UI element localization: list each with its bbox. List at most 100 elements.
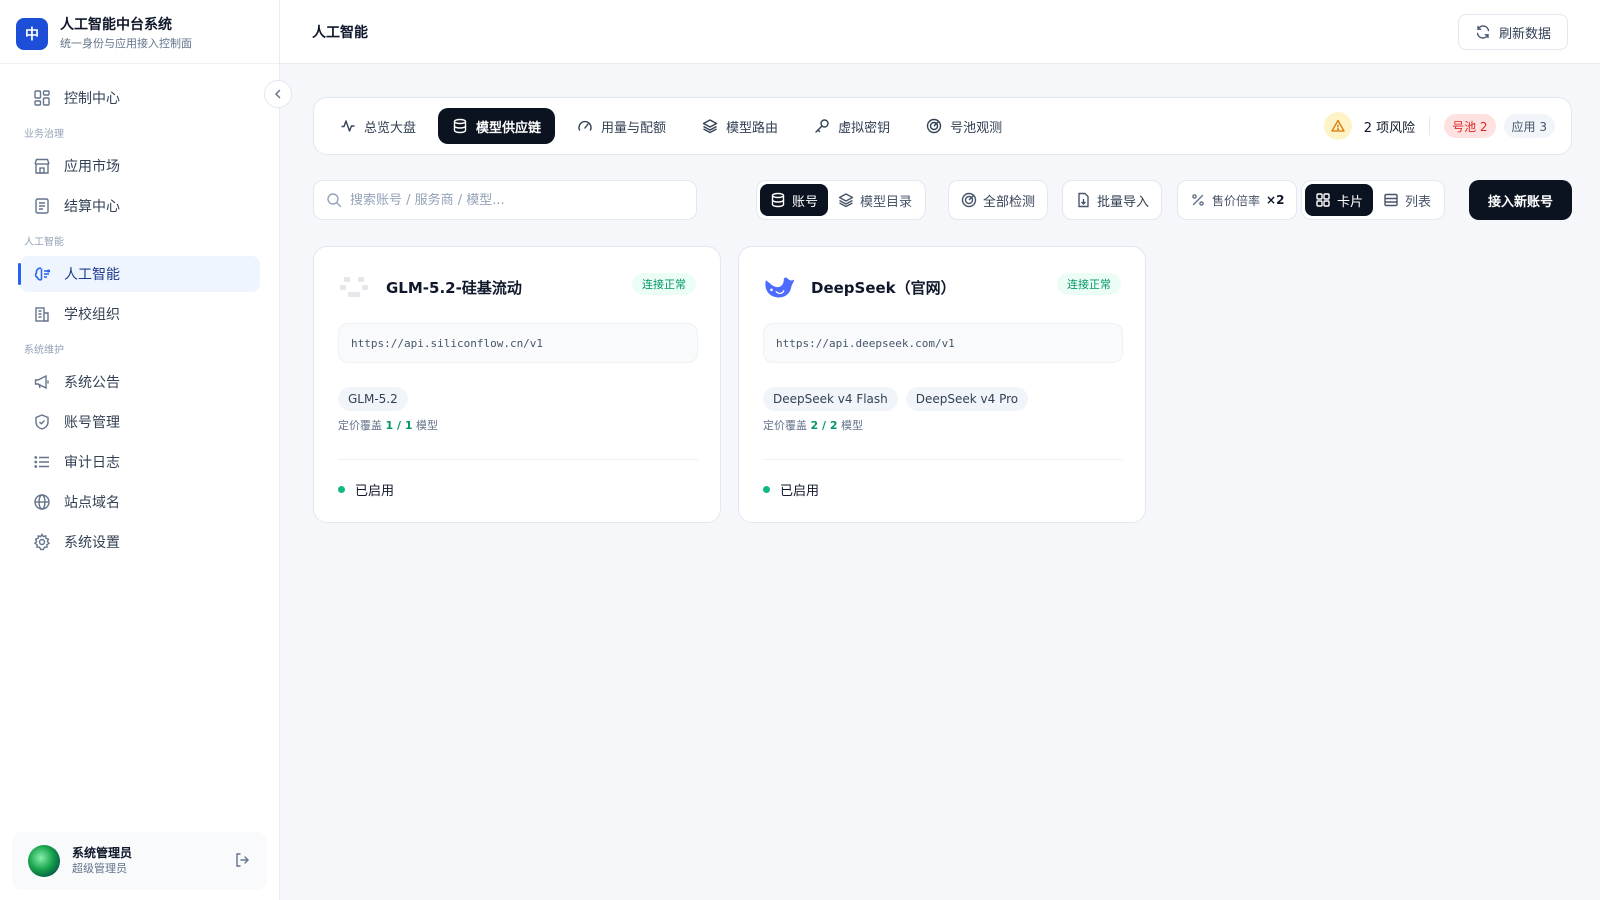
nav-group-business: 业务治理 (24, 129, 64, 140)
coverage-value: 2 / 2 (810, 419, 838, 432)
account-card[interactable]: GLM-5.2-硅基流动 连接正常 https://api.siliconflo… (313, 246, 721, 523)
markup-value: ×2 (1266, 193, 1285, 207)
sidebar-item-accounts[interactable]: 账号管理 (20, 404, 260, 440)
tab-model-routing[interactable]: 模型路由 (688, 108, 792, 144)
sidebar-item-settings[interactable]: 系统设置 (20, 524, 260, 560)
sidebar-item-ai[interactable]: 人工智能 (18, 256, 260, 292)
sidebar-nav: 控制中心 业务治理 应用市场 结算中心 人工智能 人工智能 学校组织 系统维护 … (18, 80, 260, 564)
seg-label: 模型目录 (860, 194, 913, 210)
batch-import-button[interactable]: 批量导入 (1062, 180, 1163, 220)
grid-icon (1316, 193, 1330, 207)
percent-icon (1192, 194, 1204, 206)
model-chip: DeepSeek v4 Pro (905, 387, 1029, 411)
tab-label: 模型路由 (726, 120, 779, 136)
markup-ratio-button[interactable]: 售价倍率 ×2 (1177, 180, 1298, 220)
tab-label: 模型供应链 (476, 120, 542, 136)
page-title: 人工智能 (312, 25, 368, 41)
activity-icon (341, 120, 355, 132)
user-card[interactable]: 系统管理员 超级管理员 (12, 832, 267, 890)
refresh-button[interactable]: 刷新数据 (1457, 14, 1568, 50)
sidebar-item-billing[interactable]: 结算中心 (20, 188, 260, 224)
risk-summary[interactable]: 2 项风险 号池 2 应用 3 (1323, 110, 1555, 142)
coverage-value: 1 / 1 (385, 419, 413, 432)
sidebar: 中 人工智能中台系统 统一身份与应用接入控制面 控制中心 业务治理 应用市场 结… (0, 0, 292, 900)
sidebar-item-label: 账号管理 (64, 415, 120, 431)
account-name: DeepSeek（官网） (811, 278, 956, 297)
sidebar-item-label: 系统设置 (64, 535, 120, 551)
enabled-label: 已启用 (355, 484, 395, 499)
database-icon (453, 118, 467, 134)
tab-pool-observe[interactable]: 号池观测 (912, 108, 1016, 144)
account-name: GLM-5.2-硅基流动 (386, 278, 522, 297)
grid-icon (32, 88, 52, 108)
sidebar-item-label: 应用市场 (64, 159, 120, 175)
table-icon (1384, 193, 1398, 207)
sidebar-item-school-org[interactable]: 学校组织 (20, 296, 260, 332)
data-source-switch: 账号 模型目录 (756, 180, 927, 220)
collapse-sidebar-button[interactable] (264, 80, 292, 108)
button-label: 批量导入 (1097, 194, 1150, 210)
seg-accounts[interactable]: 账号 (760, 184, 829, 216)
divider (1429, 117, 1431, 135)
search-input[interactable] (350, 192, 680, 208)
tab-usage-quota[interactable]: 用量与配额 (563, 108, 680, 144)
tab-model-supply[interactable]: 模型供应链 (438, 108, 556, 144)
risk-count: 2 项风险 (1363, 120, 1416, 136)
refresh-label: 刷新数据 (1498, 26, 1551, 42)
brain-icon (32, 264, 52, 284)
file-import-icon (1078, 192, 1089, 208)
sidebar-item-audit-log[interactable]: 审计日志 (20, 444, 260, 480)
account-card[interactable]: DeepSeek（官网） 连接正常 https://api.deepseek.c… (738, 246, 1146, 523)
endpoint-url: https://api.deepseek.com/v1 (763, 323, 1123, 363)
database-icon (771, 192, 785, 208)
logout-icon (236, 853, 249, 867)
layers-icon (702, 119, 718, 134)
sidebar-item-label: 人工智能 (64, 267, 120, 283)
nav-group-ai: 人工智能 (24, 237, 64, 248)
sidebar-item-label: 系统公告 (64, 375, 120, 391)
coverage-prefix: 定价覆盖 (763, 419, 807, 432)
coverage-suffix: 模型 (415, 419, 438, 432)
tab-label: 虚拟密钥 (838, 120, 891, 136)
logout-button[interactable] (233, 851, 253, 871)
sidebar-item-label: 学校组织 (64, 307, 120, 323)
view-mode-switch: 卡片 列表 (1301, 180, 1446, 220)
sidebar-item-domains[interactable]: 站点域名 (20, 484, 260, 520)
deepseek-whale-icon (763, 271, 795, 303)
view-card-button[interactable]: 卡片 (1305, 184, 1374, 216)
status-badge: 连接正常 (1057, 273, 1121, 295)
brand[interactable]: 中 人工智能中台系统 统一身份与应用接入控制面 (16, 16, 192, 52)
list-icon (32, 452, 52, 472)
refresh-icon (1476, 25, 1490, 39)
search-box[interactable] (313, 180, 697, 220)
view-list-button[interactable]: 列表 (1373, 184, 1441, 216)
sidebar-item-notice[interactable]: 系统公告 (20, 364, 260, 400)
sidebar-item-control-center[interactable]: 控制中心 (20, 80, 260, 116)
divider (338, 459, 698, 460)
app-risk-badge[interactable]: 应用 3 (1503, 114, 1555, 138)
warning-icon (1323, 112, 1352, 140)
tab-overview[interactable]: 总览大盘 (338, 108, 430, 144)
key-icon (815, 119, 829, 133)
button-label: 全部检测 (983, 194, 1036, 210)
seg-model-catalog[interactable]: 模型目录 (828, 184, 922, 216)
gear-icon (32, 532, 52, 552)
radar-icon (926, 118, 942, 134)
sidebar-item-app-market[interactable]: 应用市场 (20, 148, 260, 184)
connect-new-account-button[interactable]: 接入新账号 (1469, 180, 1572, 220)
model-chips: GLM-5.2 (338, 387, 416, 411)
avatar (28, 845, 60, 877)
pool-risk-badge[interactable]: 号池 2 (1444, 114, 1496, 138)
search-icon (327, 193, 342, 208)
check-all-button[interactable]: 全部检测 (948, 180, 1049, 220)
gauge-icon (578, 120, 592, 131)
brand-logo: 中 (16, 18, 48, 50)
brand-title: 人工智能中台系统 (60, 17, 172, 33)
divider (763, 459, 1123, 460)
sidebar-item-label: 控制中心 (64, 91, 120, 107)
tab-label: 总览大盘 (364, 120, 417, 136)
module-tabs: 总览大盘 模型供应链 用量与配额 模型路由 虚拟密钥 号池观测 2 项风险 号池… (313, 97, 1572, 155)
tab-virtual-keys[interactable]: 虚拟密钥 (800, 108, 904, 144)
pricing-coverage: 定价覆盖 2 / 2 模型 (763, 417, 863, 433)
sidebar-divider (0, 63, 279, 64)
